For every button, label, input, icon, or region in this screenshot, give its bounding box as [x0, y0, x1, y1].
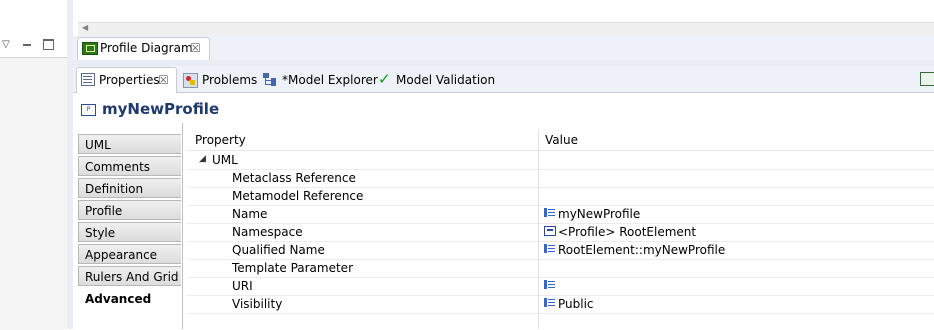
minimize-icon[interactable] [22, 40, 32, 50]
model-explorer-icon [263, 73, 277, 86]
profile-icon: P [81, 104, 96, 116]
close-icon[interactable]: ☒ [158, 74, 169, 86]
property-value[interactable]: <Profile> RootElement [558, 225, 696, 239]
tab-properties-label: Properties [99, 73, 160, 87]
category-tab-comments[interactable]: Comments [78, 156, 181, 176]
properties-icon [81, 73, 95, 86]
column-header-property[interactable]: Property [195, 133, 246, 147]
view-menu-icon[interactable]: ▽ [2, 40, 12, 50]
group-label: UML [212, 153, 238, 167]
category-tab-definition[interactable]: Definition [78, 178, 181, 198]
category-tab-advanced[interactable]: Advanced [78, 288, 181, 308]
scroll-left-arrow-icon[interactable]: ◀ [82, 23, 88, 32]
check-icon: ✓ [378, 70, 391, 88]
property-name: Qualified Name [232, 243, 325, 257]
diagram-icon [82, 42, 98, 55]
property-name: Metamodel Reference [232, 189, 364, 203]
table-row[interactable]: Visibility Public [187, 295, 934, 314]
category-tab-uml[interactable]: UML [78, 134, 181, 154]
table-row[interactable]: URI [187, 277, 934, 296]
text-value-icon [544, 280, 558, 289]
tab-problems[interactable]: Problems [202, 73, 257, 87]
property-name: Namespace [232, 225, 303, 239]
editor-tab-label: Profile Diagram [100, 41, 193, 55]
close-icon[interactable]: ☒ [190, 42, 201, 54]
column-header-value[interactable]: Value [545, 133, 578, 147]
column-divider[interactable] [538, 130, 539, 329]
profile-icon [544, 226, 556, 236]
table-row[interactable]: Metamodel Reference [187, 187, 934, 206]
maximize-icon[interactable] [43, 39, 54, 50]
table-row[interactable]: Metaclass Reference [187, 169, 934, 188]
horizontal-scrollbar[interactable] [78, 22, 934, 37]
category-tab-style[interactable]: Style [78, 222, 181, 242]
text-value-icon [544, 208, 558, 217]
tab-model-explorer[interactable]: *Model Explorer [282, 73, 378, 87]
collapse-icon[interactable]: ◢ [199, 154, 206, 164]
property-name: Metaclass Reference [232, 171, 356, 185]
property-name: Name [232, 207, 268, 221]
property-name: Visibility [232, 297, 283, 311]
category-tab-rulers-and-grid[interactable]: Rulers And Grid [78, 266, 181, 286]
table-row[interactable]: Template Parameter [187, 259, 934, 278]
category-tab-profile[interactable]: Profile [78, 200, 181, 220]
table-group-row[interactable]: ◢ UML [187, 151, 934, 170]
category-tab-appearance[interactable]: Appearance [78, 244, 181, 264]
table-row[interactable]: Name myNewProfile [187, 205, 934, 224]
property-value[interactable]: RootElement::myNewProfile [558, 243, 725, 257]
table-row[interactable]: Qualified Name RootElement::myNewProfile [187, 241, 934, 260]
property-name: URI [232, 279, 253, 293]
restore-view-icon[interactable] [920, 72, 934, 86]
left-view-content [0, 57, 67, 330]
problems-icon [183, 73, 198, 88]
property-name: Template Parameter [232, 261, 354, 275]
page-title: myNewProfile [102, 100, 220, 118]
table-row[interactable]: Namespace <Profile> RootElement [187, 223, 934, 242]
property-value[interactable]: Public [558, 297, 594, 311]
text-value-icon [544, 244, 558, 253]
tab-model-validation[interactable]: Model Validation [396, 73, 495, 87]
text-value-icon [544, 298, 558, 307]
property-value[interactable]: myNewProfile [558, 207, 640, 221]
